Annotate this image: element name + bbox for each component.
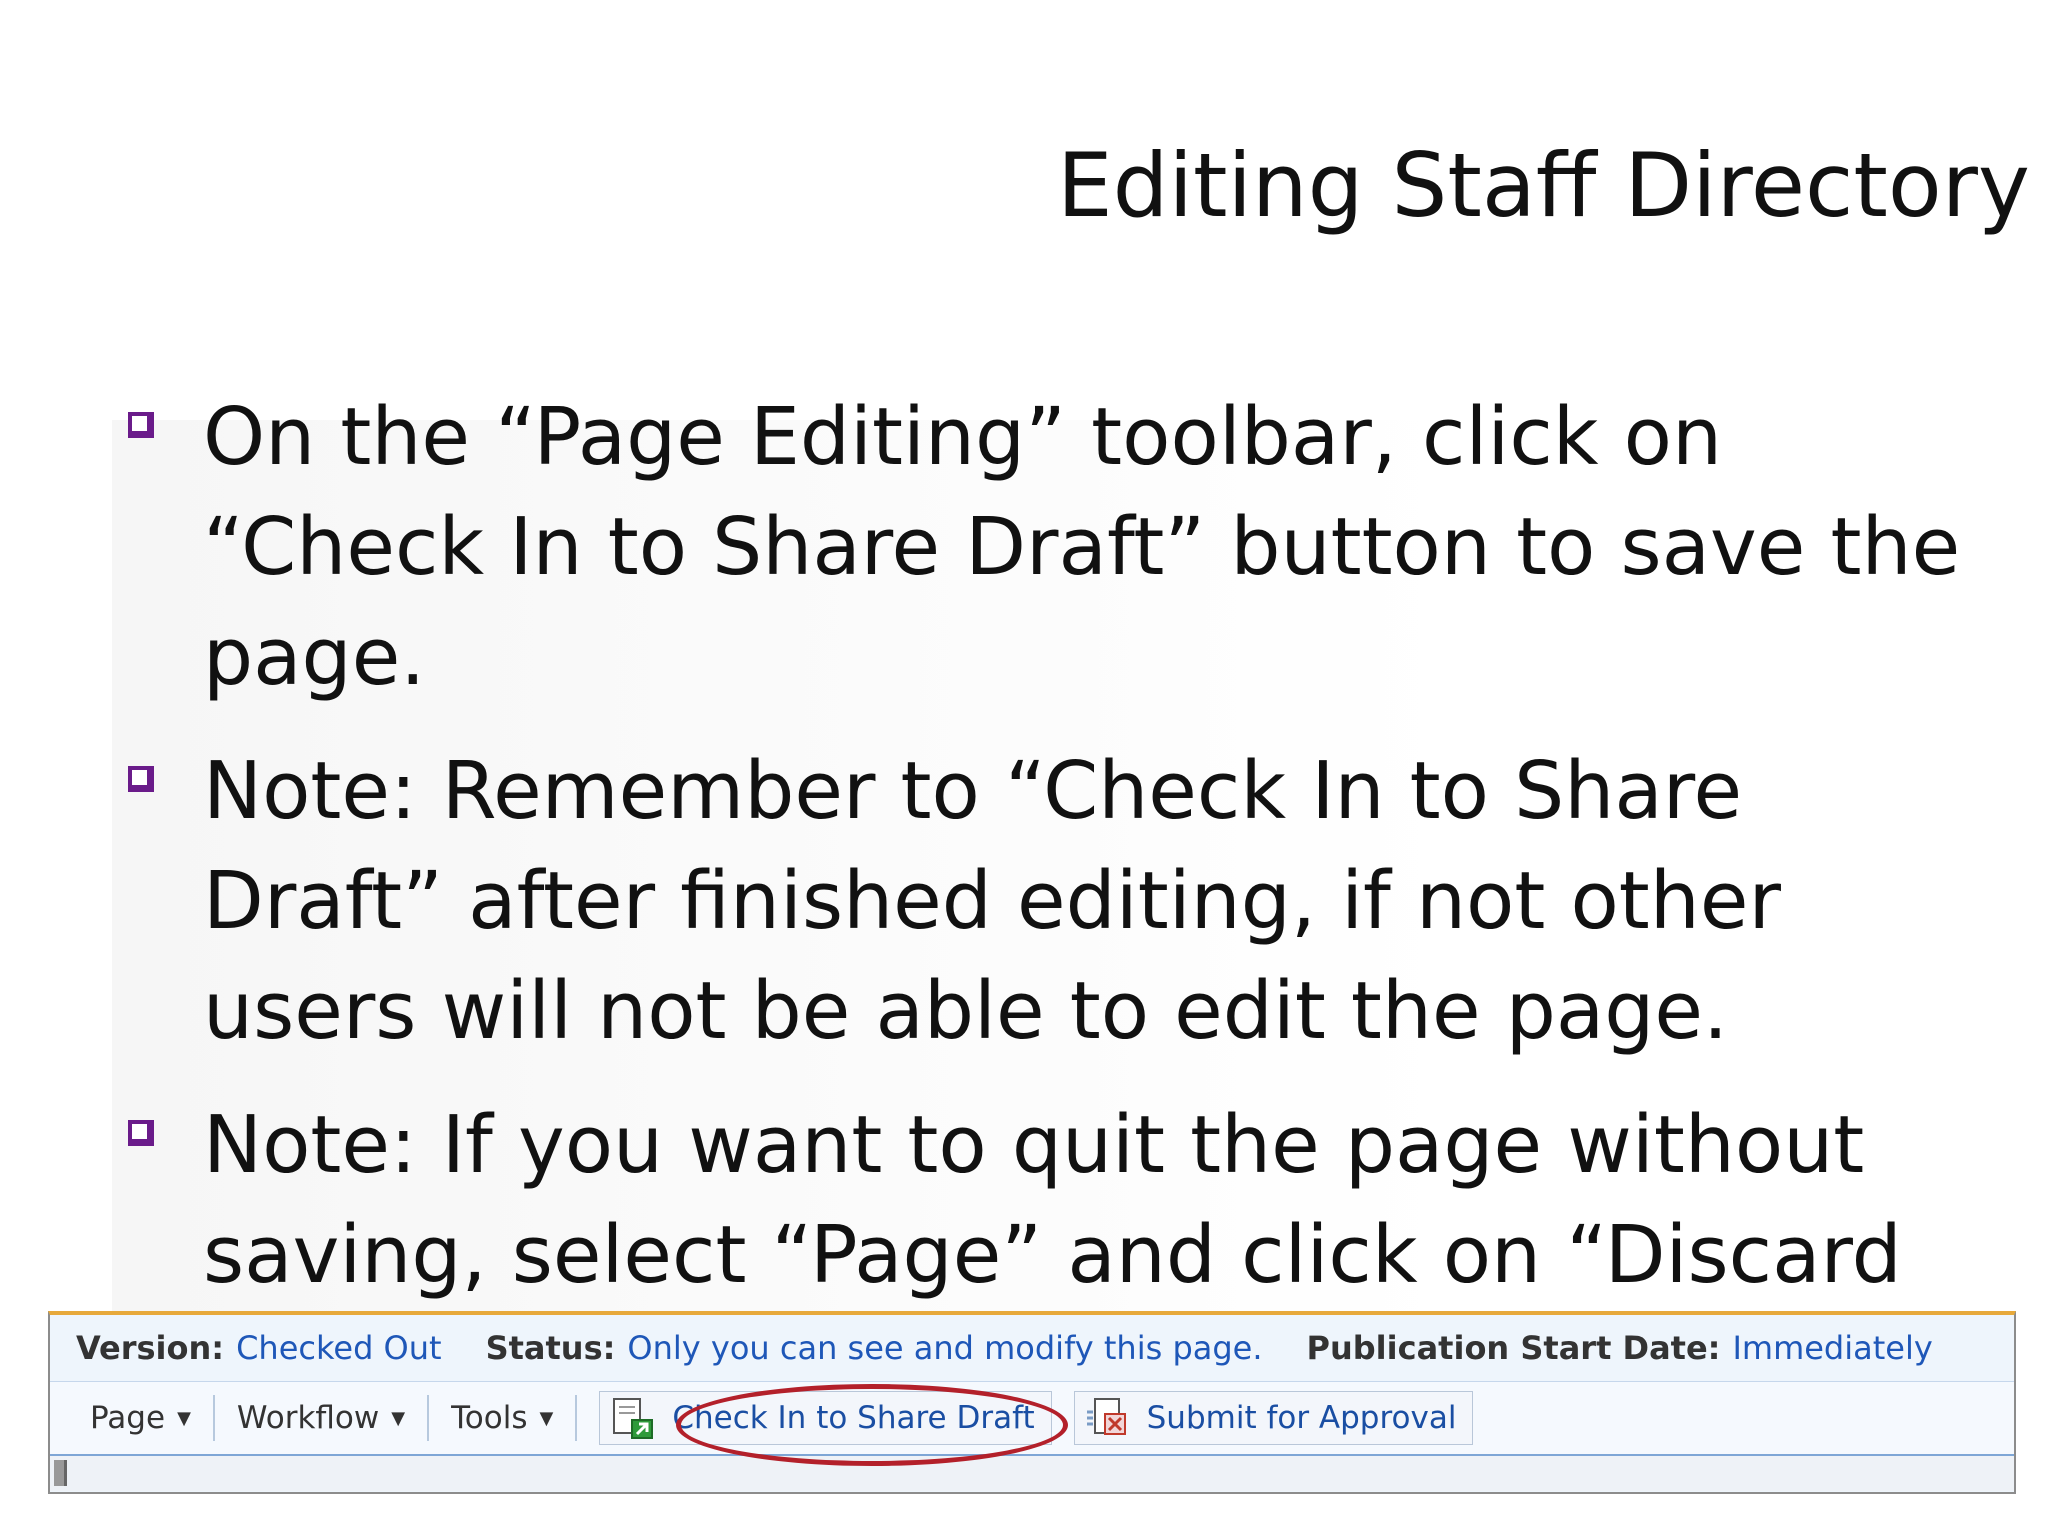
version-label: Version: [76,1329,225,1367]
workflow-menu[interactable]: Workflow ▼ [215,1393,427,1443]
chevron-down-icon: ▼ [391,1407,406,1429]
page-menu[interactable]: Page ▼ [68,1393,213,1443]
status-info: Status: Only you can see and modify this … [486,1329,1263,1367]
page-status-bar: Version: Checked Out Status: Only you can … [50,1315,2014,1382]
submit-label: Submit for Approval [1146,1400,1457,1436]
workflow-menu-label: Workflow [236,1400,380,1436]
publication-date-label: Publication Start Date: [1306,1329,1721,1367]
square-bullet-icon [128,412,154,438]
publication-date-info: Publication Start Date: Immediately [1307,1329,1933,1367]
resize-handle[interactable] [54,1460,67,1486]
bullet-list: On the “Page Editing” toolbar, click on … [128,382,1968,1444]
square-bullet-icon [128,1120,154,1146]
bullet-item: On the “Page Editing” toolbar, click on … [128,382,1968,712]
bullet-text: Note: Remember to “Check In to Share Dra… [203,745,1781,1057]
toolbar-actions: Page ▼ Workflow ▼ Tools ▼ Check In to Share… [50,1382,2014,1456]
submit-for-approval-button[interactable]: Submit for Approval [1073,1391,1474,1445]
status-label: Status: [485,1329,616,1367]
bullet-item: Note: Remember to “Check In to Share Dra… [128,736,1968,1066]
publication-date-value: Immediately [1732,1329,1933,1367]
toolbar-bottom-strip [50,1456,2014,1491]
submit-approval-icon [1086,1398,1126,1435]
check-in-icon [613,1398,654,1439]
slide-title: Editing Staff Directory [1057,134,2030,237]
check-in-to-share-draft-button[interactable]: Check In to Share Draft [599,1391,1052,1445]
status-value: Only you can see and modify this page. [627,1329,1263,1367]
tools-menu-label: Tools [451,1400,528,1436]
chevron-down-icon: ▼ [539,1407,554,1429]
check-in-label: Check In to Share Draft [672,1400,1035,1436]
square-bullet-icon [128,766,154,792]
page-menu-label: Page [90,1400,166,1436]
tools-menu[interactable]: Tools ▼ [429,1393,575,1443]
toolbar-separator [575,1395,578,1441]
version-info: Version: Checked Out [76,1329,442,1367]
bullet-text: On the “Page Editing” toolbar, click on … [203,391,1961,703]
page-editing-toolbar: Version: Checked Out Status: Only you can … [48,1311,2016,1494]
version-value: Checked Out [236,1329,442,1367]
chevron-down-icon: ▼ [177,1407,191,1429]
